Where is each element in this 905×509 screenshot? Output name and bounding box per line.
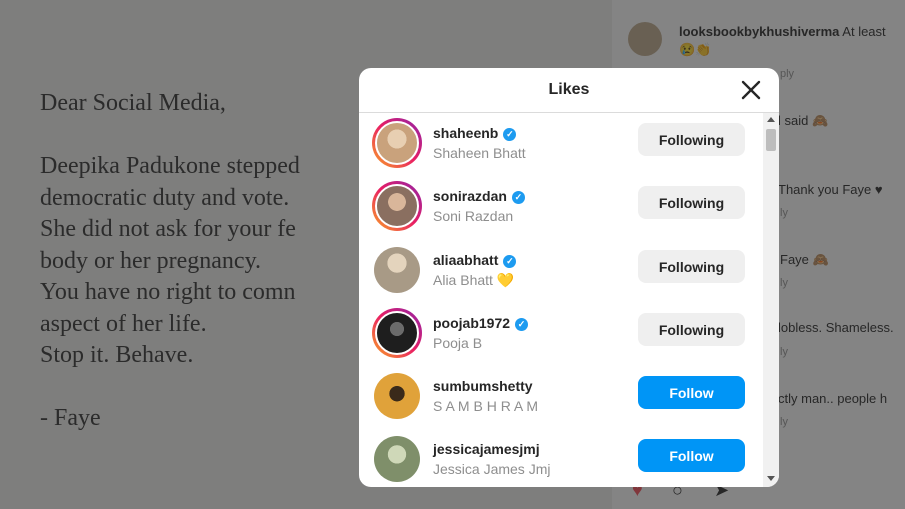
scrollbar-thumb[interactable] — [766, 129, 776, 151]
full-name: Alia Bhatt 💛 — [433, 271, 515, 288]
username[interactable]: poojab1972 — [433, 315, 510, 331]
story-ring[interactable] — [372, 181, 422, 232]
comment-header: looksbookbykhushiverma At least — [679, 24, 886, 39]
comment-reply-link[interactable]: ly — [780, 207, 788, 219]
full-name: Jessica James Jmj — [433, 461, 551, 478]
avatar-frame[interactable] — [372, 434, 422, 484]
comment-reply-link[interactable]: ply — [780, 68, 794, 80]
scroll-up-arrow-icon[interactable] — [767, 117, 775, 122]
list-item: aliaabhatt ✓ Alia Bhatt 💛 Following — [359, 240, 763, 303]
username[interactable]: aliaabhatt — [433, 252, 498, 268]
following-button[interactable]: Following — [638, 186, 745, 220]
verified-badge-icon: ✓ — [503, 128, 517, 141]
avatar[interactable] — [375, 310, 419, 355]
full-name: Pooja B — [433, 334, 483, 351]
post-letter-text: Dear Social Media, Deepika Padukone step… — [40, 88, 300, 435]
avatar[interactable] — [628, 22, 662, 56]
story-ring[interactable] — [372, 118, 422, 168]
username-link[interactable]: shaheenb ✓ — [433, 125, 517, 141]
scrollbar[interactable] — [763, 113, 779, 487]
following-button[interactable]: Following — [638, 123, 745, 156]
post-line: aspect of her life. — [40, 310, 207, 337]
username[interactable]: jessicajamesjmj — [433, 441, 540, 457]
username[interactable]: shaheenb — [433, 125, 498, 141]
list-item: shaheenb ✓ Shaheen Bhatt Following — [359, 113, 763, 176]
username[interactable]: sumbumshetty — [433, 378, 533, 394]
comment-reply-link[interactable]: ly — [780, 277, 788, 289]
post-line-gap — [40, 120, 300, 152]
follow-button[interactable]: Follow — [638, 439, 745, 473]
avatar[interactable] — [375, 121, 419, 165]
username-link[interactable]: aliaabhatt ✓ — [433, 252, 517, 268]
username-link[interactable]: poojab1972 ✓ — [433, 315, 529, 331]
verified-badge-icon: ✓ — [515, 317, 529, 331]
modal-title: Likes — [548, 81, 590, 98]
comment-text: l said 🙈 — [778, 113, 829, 128]
avatar[interactable] — [374, 373, 420, 420]
post-line-gap — [40, 372, 300, 404]
full-name: S A M B H R A M — [433, 398, 539, 415]
likes-list: shaheenb ✓ Shaheen Bhatt Following sonira… — [359, 113, 763, 487]
comment-username[interactable]: looksbookbykhushiverma — [679, 24, 839, 39]
avatar-frame[interactable] — [372, 245, 422, 295]
full-name: Shaheen Bhatt — [433, 145, 526, 161]
following-button[interactable]: Following — [638, 312, 745, 346]
comment-emoji: 😢👏 — [679, 42, 712, 57]
story-ring[interactable] — [372, 307, 422, 358]
username[interactable]: sonirazdan — [433, 188, 507, 204]
post-line: Dear Social Media, — [40, 90, 226, 116]
post-line: You have no right to comn — [40, 279, 296, 305]
list-item: poojab1972 ✓ Pooja B Following — [359, 303, 763, 366]
likes-modal: Likes shaheenb ✓ Shaheen Bhatt Following … — [359, 68, 779, 487]
post-line: democratic duty and vote. — [40, 184, 290, 211]
username-link[interactable]: sumbumshetty — [433, 378, 533, 394]
comment-text: At least — [842, 24, 886, 39]
full-name: Soni Razdan — [433, 208, 514, 225]
username-link[interactable]: jessicajamesjmj — [433, 441, 540, 457]
comment-text: Faye 🙈 — [780, 252, 829, 267]
close-icon[interactable] — [737, 76, 765, 104]
post-line: Deepika Padukone stepped — [40, 153, 300, 179]
list-item: sonirazdan ✓ Soni Razdan Following — [359, 176, 763, 239]
verified-badge-icon: ✓ — [503, 254, 517, 268]
post-line: - Faye — [40, 405, 101, 431]
follow-button[interactable]: Follow — [638, 376, 745, 410]
following-button[interactable]: Following — [638, 249, 745, 283]
comment-text: ctly man.. people h — [778, 391, 888, 406]
list-item: jessicajamesjmj Jessica James Jmj Follow — [359, 429, 763, 487]
modal-header: Likes — [359, 68, 779, 113]
comment-reply-link[interactable]: ly — [780, 346, 788, 358]
avatar[interactable] — [374, 246, 420, 293]
list-item: sumbumshetty S A M B H R A M Follow — [359, 366, 763, 429]
post-line: body or her pregnancy. — [40, 247, 262, 274]
post-line: Stop it. Behave. — [40, 342, 194, 368]
username-link[interactable]: sonirazdan ✓ — [433, 188, 525, 205]
comment-text: Thank you Faye ♥ — [778, 182, 883, 197]
avatar-frame[interactable] — [372, 371, 422, 421]
scroll-down-arrow-icon[interactable] — [767, 476, 775, 481]
avatar[interactable] — [374, 436, 420, 483]
comment-text: lobless. Shameless. — [778, 320, 894, 335]
comment-reply-link[interactable]: ly — [780, 416, 788, 428]
post-line: She did not ask for your fe — [40, 216, 296, 242]
verified-badge-icon: ✓ — [511, 191, 525, 205]
avatar[interactable] — [375, 184, 419, 229]
